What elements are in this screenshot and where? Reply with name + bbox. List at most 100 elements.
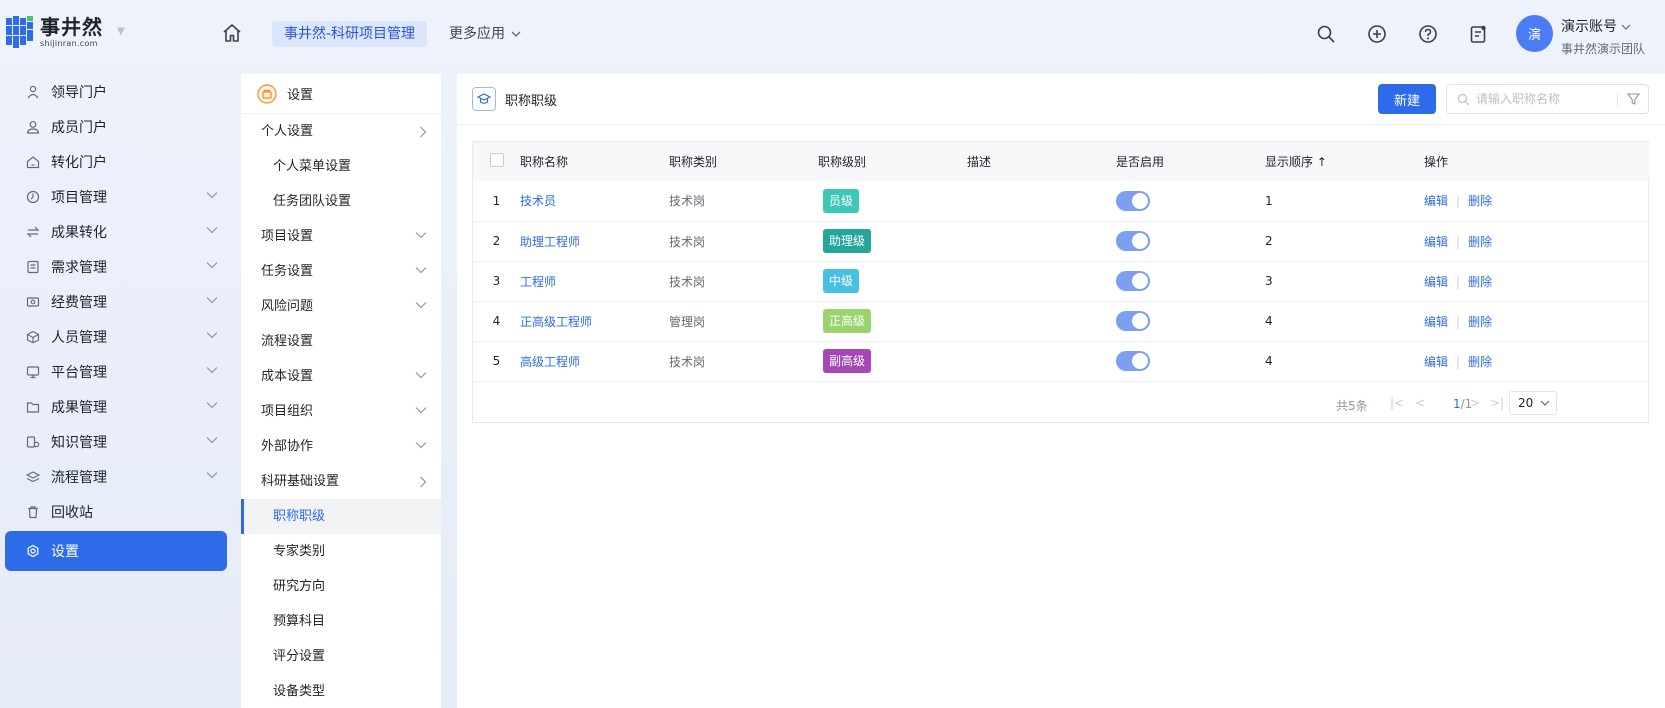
table-row[interactable]: 4 正高级工程师 管理岗 正高级 4 编辑 | 删除 [473,301,1650,341]
sidebar-item-project-management[interactable]: 项目管理 [0,179,232,214]
logo-caret-icon[interactable]: ▼ [117,26,125,37]
edit-link[interactable]: 编辑 [1424,315,1448,329]
sidebar-item-transfer-portal[interactable]: 转化门户 [0,144,232,179]
delete-link[interactable]: 删除 [1468,355,1492,369]
subnav-item-task-team[interactable]: 任务团队设置 [241,184,441,219]
add-circle-icon[interactable] [1364,21,1390,47]
chevron-down-icon [415,372,427,379]
table-row[interactable]: 5 高级工程师 技术岗 副高级 4 编辑 | 删除 [473,341,1650,381]
account-menu[interactable]: 演示账号 事井然演示团队 [1561,16,1645,57]
search-input[interactable] [1476,92,1616,106]
chevron-down-icon [206,227,218,234]
subnav-item-project-org[interactable]: 项目组织 [241,394,441,429]
subnav-item-personal-menu[interactable]: 个人菜单设置 [241,149,441,184]
table-row[interactable]: 3 工程师 技术岗 中级 3 编辑 | 删除 [473,261,1650,301]
column-header-order[interactable]: 显示顺序 ↑ [1265,142,1424,181]
table-row[interactable]: 1 技术员 技术岗 员级 1 编辑 | 删除 [473,181,1650,221]
more-apps-menu[interactable]: 更多应用 [449,21,521,47]
job-title-name-link[interactable]: 助理工程师 [520,235,580,249]
first-page-icon[interactable]: |< [1390,396,1404,410]
row-index: 1 [492,193,501,208]
job-title-name-link[interactable]: 技术员 [520,194,556,208]
filter-icon[interactable] [1627,92,1640,106]
sidebar-item-label: 流程管理 [51,469,107,486]
subnav-item-label: 评分设置 [273,649,326,664]
sidebar-item-member-portal[interactable]: 成员门户 [0,109,232,144]
subnav-item-expert-category[interactable]: 专家类别 [241,534,441,569]
job-title-name-link[interactable]: 高级工程师 [520,355,580,369]
cube-icon [25,329,41,345]
sidebar-item-funds-management[interactable]: 经费管理 [0,284,232,319]
delete-link[interactable]: 删除 [1468,194,1492,208]
job-title-description [967,261,1116,301]
table-row[interactable]: 2 助理工程师 技术岗 助理级 2 编辑 | 删除 [473,221,1650,261]
subnav-item-score-settings[interactable]: 评分设置 [241,639,441,674]
sidebar-item-settings[interactable]: 设置 [5,531,227,571]
delete-link[interactable]: 删除 [1468,235,1492,249]
subnav-item-task-settings[interactable]: 任务设置 [241,254,441,289]
search-box[interactable] [1446,84,1649,114]
enabled-toggle[interactable] [1116,271,1150,291]
subnav-item-external-collab[interactable]: 外部协作 [241,429,441,464]
edit-link[interactable]: 编辑 [1424,194,1448,208]
app-tab-research[interactable]: 事井然-科研项目管理 [272,21,428,47]
edit-link[interactable]: 编辑 [1424,235,1448,249]
sidebar-item-demand-management[interactable]: 需求管理 [0,249,232,284]
job-title-name-link[interactable]: 工程师 [520,275,556,289]
subnav-item-personal-settings[interactable]: 个人设置 [241,114,441,149]
sidebar-item-result-transfer[interactable]: 成果转化 [0,214,232,249]
enabled-toggle[interactable] [1116,351,1150,371]
display-order: 4 [1265,314,1273,328]
settings-badge-icon [257,83,277,104]
money-icon [25,294,41,310]
enabled-toggle[interactable] [1116,311,1150,331]
next-page-icon[interactable]: > [1470,396,1480,410]
delete-link[interactable]: 删除 [1468,275,1492,289]
job-title-name-link[interactable]: 正高级工程师 [520,315,592,329]
sidebar-item-label: 成果转化 [51,224,107,241]
sidebar-item-platform-management[interactable]: 平台管理 [0,354,232,389]
subnav-item-risk-issues[interactable]: 风险问题 [241,289,441,324]
subnav-item-project-settings[interactable]: 项目设置 [241,219,441,254]
search-divider [1617,93,1618,107]
sidebar-item-process-management[interactable]: 流程管理 [0,459,232,494]
search-icon[interactable] [1313,21,1339,47]
monitor-icon [25,364,41,380]
column-header-name: 职称名称 [520,155,569,169]
enabled-toggle[interactable] [1116,190,1150,211]
home-icon[interactable] [221,22,243,44]
sidebar-item-knowledge-management[interactable]: 知识管理 [0,424,232,459]
page-size-select[interactable]: 20 [1509,391,1557,415]
subnav-item-job-titles[interactable]: 职称职级 [241,499,441,534]
action-separator: | [1456,354,1461,369]
subnav-item-cost-settings[interactable]: 成本设置 [241,359,441,394]
prev-page-icon[interactable]: < [1415,396,1425,410]
subnav-item-budget-subject[interactable]: 预算科目 [241,604,441,639]
sidebar-item-recycle-bin[interactable]: 回收站 [0,494,232,529]
subnav-item-label: 风险问题 [261,299,314,314]
logo[interactable]: 事井然 shijinran.com [6,14,103,50]
subnav-item-label: 项目设置 [261,229,314,244]
select-all-checkbox[interactable] [489,153,504,167]
display-order: 2 [1265,234,1273,248]
sidebar-item-results-management[interactable]: 成果管理 [0,389,232,424]
help-icon[interactable] [1415,21,1441,47]
clipboard-icon[interactable] [1465,21,1491,47]
last-page-icon[interactable]: >| [1490,396,1504,410]
sidebar-item-staff-management[interactable]: 人员管理 [0,319,232,354]
subnav-item-device-type[interactable]: 设备类型 [241,674,441,708]
edit-link[interactable]: 编辑 [1424,355,1448,369]
subnav-item-workflow-settings[interactable]: 流程设置 [241,324,441,359]
enabled-toggle[interactable] [1116,231,1150,251]
job-title-category: 技术岗 [669,194,706,209]
row-index: 5 [492,354,501,368]
edit-link[interactable]: 编辑 [1424,275,1448,289]
delete-link[interactable]: 删除 [1468,315,1492,329]
new-button[interactable]: 新建 [1378,84,1436,114]
avatar[interactable]: 演 [1516,15,1553,52]
subnav-item-research-basics[interactable]: 科研基础设置 [241,464,441,499]
level-badge: 副高级 [823,349,872,373]
sidebar-item-leader-portal[interactable]: 领导门户 [0,74,232,109]
subnav-item-research-direction[interactable]: 研究方向 [241,569,441,604]
display-order: 4 [1265,354,1273,368]
